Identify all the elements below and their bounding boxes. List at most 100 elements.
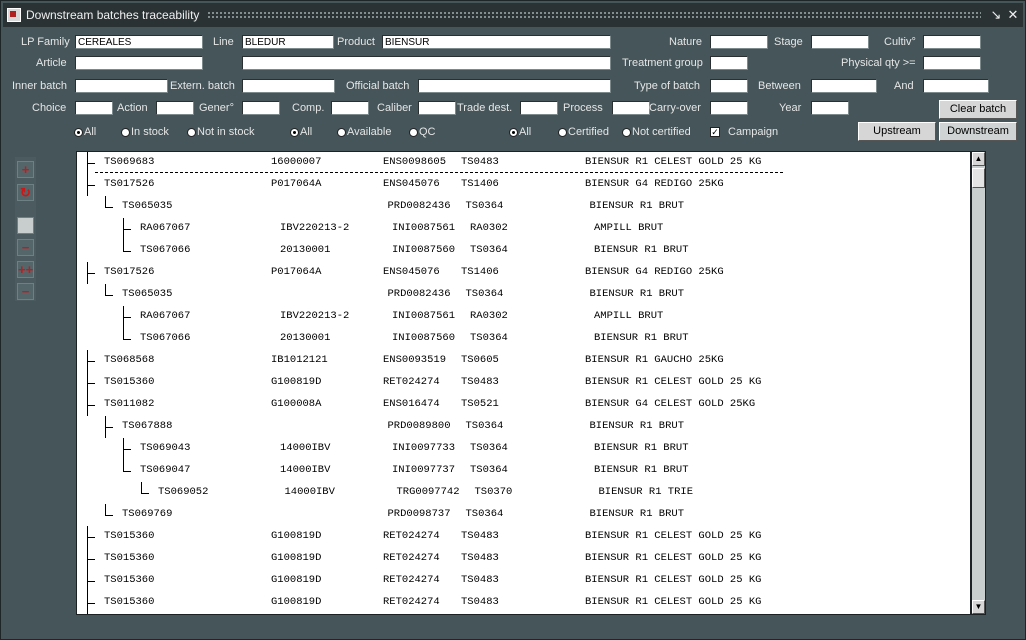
- choice-input[interactable]: [75, 101, 113, 115]
- tree-connector: [141, 482, 142, 493]
- campaign-checkbox[interactable]: ✓ Campaign: [710, 125, 778, 139]
- tree-row[interactable]: TS067888 PRD0089800 TS0364 BIENSUR R1 BRUT: [77, 416, 970, 438]
- year-input[interactable]: [811, 101, 849, 115]
- cell-product: BIENSUR R1 CELEST GOLD 25 KG: [585, 376, 762, 388]
- cell-product: BIENSUR R1 BRUT: [594, 464, 689, 476]
- tree-row[interactable]: TS015360 G100819D RET024274 TS0483 BIENSUR R…: [77, 526, 970, 548]
- cell-loc: TS1406: [461, 178, 499, 190]
- tree-row[interactable]: RA067067 IBV220213-2 INI0087561 RA0302 AMPIL…: [77, 306, 970, 328]
- app-icon[interactable]: [7, 8, 21, 22]
- action-input[interactable]: [156, 101, 194, 115]
- tree-row[interactable]: TS068568 IB1012121 ENS0093519 TS0605 BIENSUR…: [77, 350, 970, 372]
- stock-radio-in-stock[interactable]: In stock: [121, 125, 169, 139]
- type-of-batch-input[interactable]: [710, 79, 748, 93]
- article-code-input[interactable]: [75, 56, 203, 70]
- tree-row[interactable]: RA067067 IBV220213-2 INI0087561 RA0302 AMPIL…: [77, 218, 970, 240]
- collapse-node-icon[interactable]: −: [17, 239, 34, 256]
- article-description-input[interactable]: [242, 56, 611, 70]
- physical-qty-input[interactable]: [923, 56, 981, 70]
- availability-radio-all[interactable]: All: [290, 125, 312, 139]
- tree-row[interactable]: TS015360 G100819D RET024274 TS0483 BIENSUR R…: [77, 592, 970, 614]
- collapse-all-icon[interactable]: −: [17, 283, 34, 300]
- scroll-down-icon[interactable]: ▼: [972, 600, 985, 614]
- scroll-thumb[interactable]: [972, 168, 985, 188]
- carry-over-input[interactable]: [710, 101, 748, 115]
- cell-product: BIENSUR R1 BRUT: [589, 200, 685, 212]
- tree-branch: [123, 471, 131, 472]
- tree-row[interactable]: TS069043 14000IBV INI0097733 TS0364 BIENSUR …: [77, 438, 970, 460]
- tree-row[interactable]: TS067066 20130001 INI0087560 TS0364 BIENSUR …: [77, 328, 970, 350]
- cell-batch: TS065035: [122, 200, 173, 212]
- caliber-input[interactable]: [418, 101, 456, 115]
- certification-radio-certified[interactable]: Certified: [558, 125, 609, 139]
- stock-radio-all[interactable]: All: [74, 125, 96, 139]
- tree-branch: [123, 251, 131, 252]
- title-bar[interactable]: Downstream batches traceability ↘ ✕: [3, 3, 1023, 27]
- tree-row[interactable]: TS017526 P017064A ENS045076 TS1406 BIENSUR G…: [77, 174, 970, 196]
- lp-family-input[interactable]: CEREALES: [75, 35, 203, 49]
- cell-loc: TS0483: [461, 530, 499, 542]
- scroll-up-icon[interactable]: ▲: [972, 152, 985, 166]
- refresh-icon[interactable]: ↻: [17, 184, 34, 201]
- nature-label: Nature: [669, 36, 703, 48]
- expand-node-icon[interactable]: +: [17, 161, 34, 178]
- cell-doc: INI0087560: [392, 244, 456, 256]
- certification-radio-not-certified[interactable]: Not certified: [622, 125, 691, 139]
- tree-row[interactable]: TS069047 14000IBV INI0097737 TS0364 BIENSUR …: [77, 460, 970, 482]
- cell-doc: ENS045076: [383, 266, 440, 278]
- process-input[interactable]: [612, 101, 650, 115]
- stage-input[interactable]: [811, 35, 869, 49]
- expand-all-icon[interactable]: ++: [17, 261, 34, 278]
- minimize-icon[interactable]: ↘: [989, 7, 1003, 23]
- tree-row[interactable]: TS015360 G100819D RET024274 TS0483 BIENSUR R…: [77, 372, 970, 394]
- stock-radio-not-in-stock[interactable]: Not in stock: [187, 125, 254, 139]
- clear-batch-button[interactable]: Clear batch: [939, 100, 1017, 119]
- radio-dot: [558, 127, 567, 137]
- gener-input[interactable]: [242, 101, 280, 115]
- close-icon[interactable]: ✕: [1006, 7, 1020, 23]
- upstream-button[interactable]: Upstream: [858, 122, 936, 141]
- tree-row[interactable]: TS015360 G100819D RET024274 TS0483 BIENSUR R…: [77, 570, 970, 592]
- and-input[interactable]: [923, 79, 989, 93]
- tree-row[interactable]: TS065035 PRD0082436 TS0364 BIENSUR R1 BRUT: [77, 196, 970, 218]
- tree-row[interactable]: TS067066 20130001 INI0087560 TS0364 BIENSUR …: [77, 240, 970, 262]
- radio-label: Not in stock: [197, 126, 255, 138]
- tree-row[interactable]: TS011082 G100008A ENS016474 TS0521 BIENSUR G…: [77, 394, 970, 416]
- tree-row[interactable]: TS015360 G100819D RET024274 TS0483 BIENSUR R…: [77, 548, 970, 570]
- cell-ext: 14000IBV: [280, 464, 331, 476]
- nature-input[interactable]: [710, 35, 768, 49]
- cell-doc: RET024274: [383, 376, 440, 388]
- cell-product: BIENSUR G4 REDIGO 25KG: [585, 266, 724, 278]
- tree-connector: [105, 196, 106, 207]
- inner-batch-input[interactable]: [75, 79, 168, 93]
- trade-dest-input[interactable]: [520, 101, 558, 115]
- official-batch-input[interactable]: [418, 79, 611, 93]
- product-input[interactable]: BIENSUR: [382, 35, 611, 49]
- blank-tool-icon[interactable]: [17, 217, 34, 234]
- radio-label: In stock: [131, 126, 169, 138]
- between-input[interactable]: [811, 79, 877, 93]
- downstream-button[interactable]: Downstream: [939, 122, 1017, 141]
- availability-radio-qc[interactable]: QC: [409, 125, 436, 139]
- line-input[interactable]: BLEDUR: [242, 35, 334, 49]
- tree-vertical-scrollbar[interactable]: ▲ ▼: [971, 151, 986, 615]
- cell-batch: TS068568: [104, 354, 155, 366]
- treatment-group-input[interactable]: [710, 56, 748, 70]
- extern-batch-input[interactable]: [242, 79, 335, 93]
- cell-product: BIENSUR R1 BRUT: [594, 442, 689, 454]
- cell-product: BIENSUR R1 TRIE: [598, 486, 694, 498]
- tree-row[interactable]: TS065035 PRD0082436 TS0364 BIENSUR R1 BRUT: [77, 284, 970, 306]
- availability-radio-available[interactable]: Available: [337, 125, 391, 139]
- cultiv-input[interactable]: [923, 35, 981, 49]
- certification-radio-all[interactable]: All: [509, 125, 531, 139]
- radio-dot: [121, 127, 130, 137]
- cell-batch: RA067067: [140, 310, 191, 322]
- tree-row[interactable]: TS069052 14000IBV TRG0097742 TS0370 BIENSUR …: [77, 482, 970, 504]
- comp-input[interactable]: [331, 101, 369, 115]
- tree-row[interactable]: TS017526 P017064A ENS045076 TS1406 BIENSUR G…: [77, 262, 970, 284]
- batch-tree[interactable]: TS069683 16000007 ENS0098605 TS0483 BIENSUR …: [76, 151, 971, 615]
- tree-row[interactable]: TS069769 PRD0098737 TS0364 BIENSUR R1 BRUT: [77, 504, 970, 526]
- tree-row[interactable]: TS069683 16000007 ENS0098605 TS0483 BIENSUR …: [77, 152, 970, 174]
- cell-batch: TS069683: [104, 156, 155, 168]
- cell-doc: TRG0097742: [396, 486, 460, 498]
